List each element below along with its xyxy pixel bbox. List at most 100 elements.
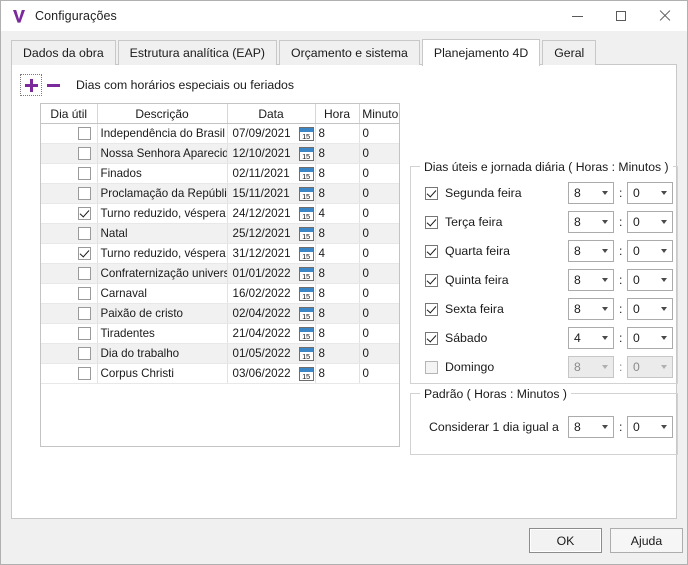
weekday-minutes-select[interactable]: 0 [627,240,673,262]
cell-dia-util[interactable] [41,163,98,184]
weekday-checkbox[interactable] [425,360,438,374]
cell-data[interactable]: 31/12/2021 15 [227,243,316,264]
calendar-icon[interactable]: 15 [298,266,314,281]
column-header-descricao[interactable]: Descrição [97,104,228,124]
cell-hora[interactable]: 8 [315,323,360,344]
cell-descricao[interactable]: Turno reduzido, véspera a [97,243,228,264]
table-row[interactable]: Dia do trabalho 01/05/2022 15 8 0 [41,343,399,364]
weekday-hours-select[interactable]: 8 [568,269,614,291]
weekday-hours-select[interactable]: 8 [568,240,614,262]
cell-dia-util[interactable] [41,363,98,384]
cell-dia-util[interactable] [41,303,98,324]
calendar-icon[interactable]: 15 [298,146,314,161]
weekday-minutes-select[interactable]: 0 [627,298,673,320]
calendar-icon[interactable]: 15 [298,306,314,321]
default-minutes-select[interactable]: 0 [627,416,673,438]
calendar-icon[interactable]: 15 [298,246,314,261]
cell-data[interactable]: 03/06/2022 15 [227,363,316,384]
cell-descricao[interactable]: Nossa Senhora Aparecida [97,143,228,164]
add-holiday-button[interactable] [20,74,42,96]
table-row[interactable]: Independência do Brasil 07/09/2021 15 8 0 [41,123,399,144]
help-button[interactable]: Ajuda [610,528,683,553]
cell-data[interactable]: 01/01/2022 15 [227,263,316,284]
dia-util-checkbox[interactable] [77,207,91,221]
table-row[interactable]: Confraternização universa 01/01/2022 15 8 0 [41,263,399,284]
cell-hora[interactable]: 8 [315,363,360,384]
table-row[interactable]: Corpus Christi 03/06/2022 15 8 0 [41,363,399,384]
calendar-icon[interactable]: 15 [298,226,314,241]
cell-descricao[interactable]: Corpus Christi [97,363,228,384]
cell-minuto[interactable]: 0 [359,223,399,244]
cell-dia-util[interactable] [41,263,98,284]
cell-minuto[interactable]: 0 [359,323,399,344]
maximize-button[interactable] [599,1,643,31]
cell-descricao[interactable]: Natal [97,223,228,244]
weekday-checkbox[interactable] [425,244,438,258]
dia-util-checkbox[interactable] [77,187,91,201]
cell-descricao[interactable]: Dia do trabalho [97,343,228,364]
cell-descricao[interactable]: Tiradentes [97,323,228,344]
cell-dia-util[interactable] [41,243,98,264]
dia-util-checkbox[interactable] [77,247,91,261]
table-row[interactable]: Tiradentes 21/04/2022 15 8 0 [41,323,399,344]
weekday-checkbox[interactable] [425,273,438,287]
weekday-hours-select[interactable]: 8 [568,182,614,204]
column-header-data[interactable]: Data [227,104,316,124]
cell-data[interactable]: 21/04/2022 15 [227,323,316,344]
weekday-minutes-select[interactable]: 0 [627,182,673,204]
table-row[interactable]: Finados 02/11/2021 15 8 0 [41,163,399,184]
column-header-hora[interactable]: Hora [315,104,360,124]
calendar-icon[interactable]: 15 [298,126,314,141]
cell-hora[interactable]: 8 [315,143,360,164]
cell-data[interactable]: 07/09/2021 15 [227,123,316,144]
cell-data[interactable]: 16/02/2022 15 [227,283,316,304]
weekday-minutes-select[interactable]: 0 [627,327,673,349]
cell-hora[interactable]: 8 [315,123,360,144]
cell-dia-util[interactable] [41,183,98,204]
cell-minuto[interactable]: 0 [359,263,399,284]
weekday-checkbox[interactable] [425,215,438,229]
tab-dados-da-obra[interactable]: Dados da obra [11,40,116,65]
calendar-icon[interactable]: 15 [298,346,314,361]
cell-dia-util[interactable] [41,143,98,164]
dia-util-checkbox[interactable] [77,347,91,361]
weekday-hours-select[interactable]: 8 [568,298,614,320]
dia-util-checkbox[interactable] [77,147,91,161]
tab-geral[interactable]: Geral [542,40,597,65]
cell-dia-util[interactable] [41,223,98,244]
cell-hora[interactable]: 4 [315,203,360,224]
tab-orcamento-e-sistema[interactable]: Orçamento e sistema [279,40,420,65]
table-row[interactable]: Turno reduzido, véspera a 31/12/2021 15 4 0 [41,243,399,264]
minimize-button[interactable] [555,1,599,31]
dia-util-checkbox[interactable] [77,227,91,241]
remove-holiday-button[interactable] [42,74,64,96]
weekday-hours-select[interactable]: 4 [568,327,614,349]
cell-descricao[interactable]: Paixão de cristo [97,303,228,324]
dia-util-checkbox[interactable] [77,127,91,141]
tab-estrutura-analitica[interactable]: Estrutura analítica (EAP) [117,40,277,65]
table-row[interactable]: Carnaval 16/02/2022 15 8 0 [41,283,399,304]
cell-descricao[interactable]: Proclamação da República [97,183,228,204]
cell-hora[interactable]: 8 [315,283,360,304]
dia-util-checkbox[interactable] [77,287,91,301]
dia-util-checkbox[interactable] [77,367,91,381]
table-row[interactable]: Nossa Senhora Aparecida 12/10/2021 15 8 0 [41,143,399,164]
cell-data[interactable]: 12/10/2021 15 [227,143,316,164]
cell-hora[interactable]: 8 [315,223,360,244]
dia-util-checkbox[interactable] [77,267,91,281]
default-hours-select[interactable]: 8 [568,416,614,438]
cell-dia-util[interactable] [41,203,98,224]
table-row[interactable]: Paixão de cristo 02/04/2022 15 8 0 [41,303,399,324]
dia-util-checkbox[interactable] [77,307,91,321]
cell-descricao[interactable]: Confraternização universa [97,263,228,284]
column-header-dia-util[interactable]: Dia útil [41,104,98,124]
cell-minuto[interactable]: 0 [359,283,399,304]
calendar-icon[interactable]: 15 [298,366,314,381]
cell-minuto[interactable]: 0 [359,303,399,324]
weekday-minutes-select[interactable]: 0 [627,269,673,291]
table-row[interactable]: Natal 25/12/2021 15 8 0 [41,223,399,244]
column-header-minuto[interactable]: Minuto [359,104,399,124]
cell-descricao[interactable]: Independência do Brasil [97,123,228,144]
cell-minuto[interactable]: 0 [359,343,399,364]
cell-data[interactable]: 02/04/2022 15 [227,303,316,324]
